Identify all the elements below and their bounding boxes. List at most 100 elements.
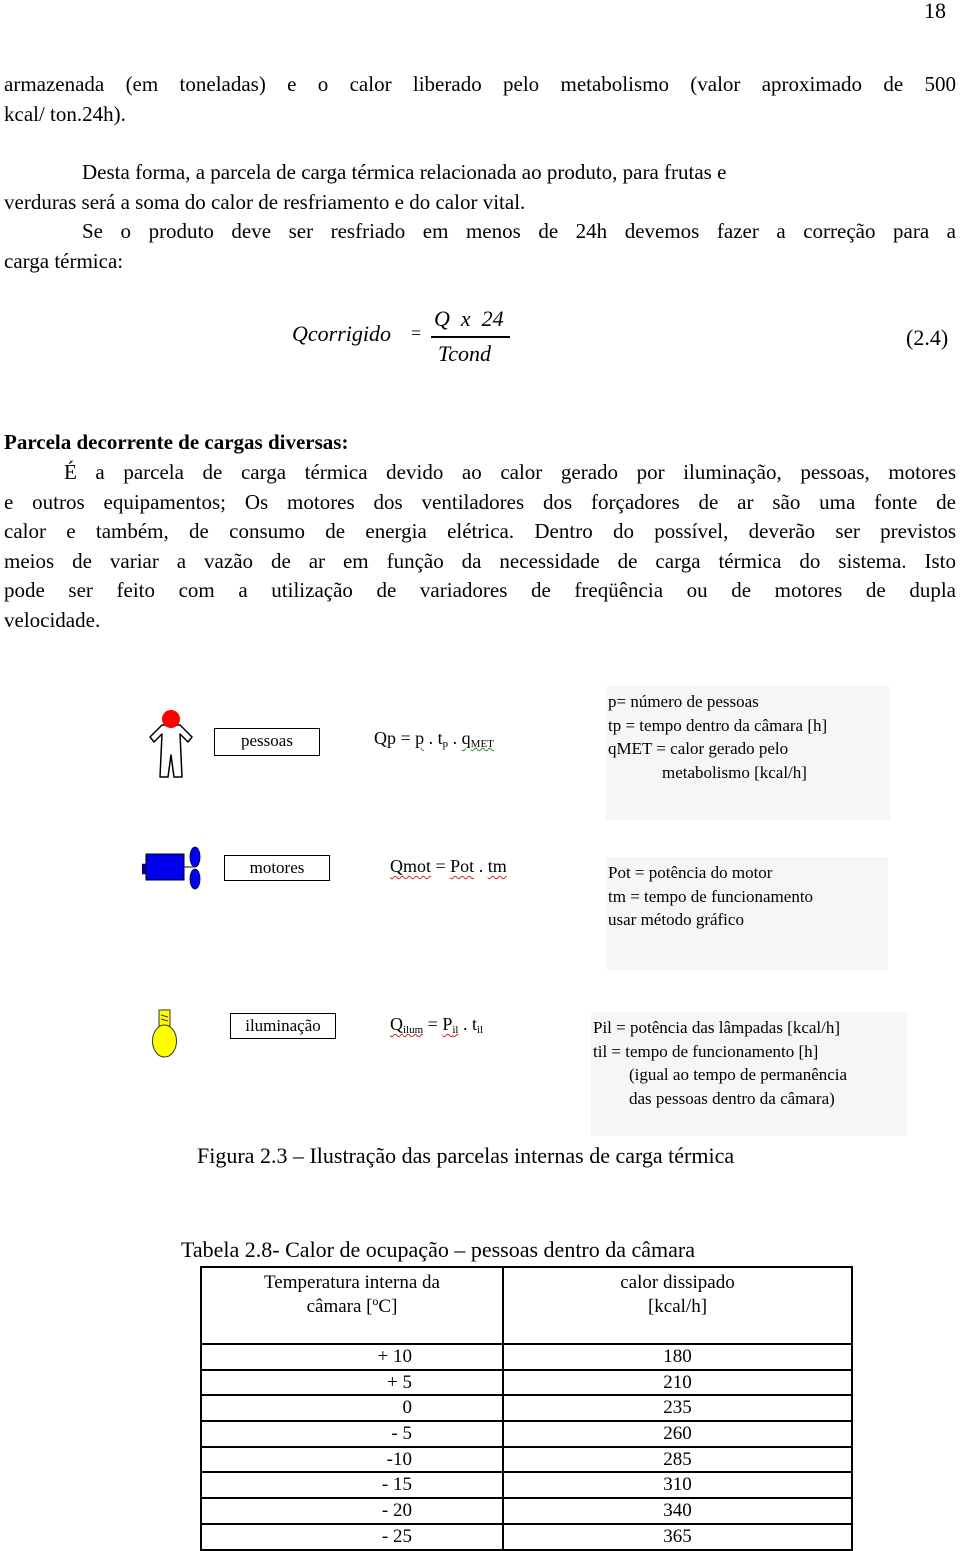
text-line: armazenada (em toneladas) e o calor libe… <box>4 72 956 96</box>
column-header-heat: calor dissipado [kcal/h] <box>502 1266 853 1345</box>
label-motores: motores <box>224 855 330 881</box>
cell-temperature: -10 <box>200 1445 504 1474</box>
legend-line: usar método gráfico <box>608 910 744 929</box>
label-pessoas: pessoas <box>214 728 320 756</box>
header-line: câmara [ºC] <box>306 1296 398 1317</box>
text-line: velocidade. <box>4 607 101 632</box>
formula-term: Pot <box>450 856 475 876</box>
table-header-row: Temperatura interna da câmara [ºC] calor… <box>200 1266 853 1345</box>
table-row: + 10 180 <box>200 1343 853 1371</box>
motor-fan-icon <box>142 846 201 890</box>
equation-lhs: Qcorrigido <box>292 321 391 346</box>
table-row: - 15 310 <box>200 1471 853 1500</box>
legend-line: das pessoas dentro da câmara) <box>629 1088 835 1108</box>
formula-operator: . <box>458 1014 472 1034</box>
formula-operator: . <box>474 856 488 876</box>
table-row: -10 285 <box>200 1445 853 1474</box>
text-line: e outros equipamentos; Os motores dos ve… <box>4 489 956 514</box>
table-row: - 25 365 <box>200 1522 853 1551</box>
formula-term: Q <box>390 1014 403 1034</box>
text-line: meios de variar a vazão de ar em função … <box>4 548 956 573</box>
cell-temperature: - 5 <box>200 1420 504 1448</box>
legend-line: p= número de pessoas <box>608 692 759 711</box>
cell-heat: 180 <box>502 1343 853 1371</box>
paragraph-metabolism: armazenada (em toneladas) e o calor libe… <box>4 70 956 129</box>
formula-term: q <box>461 728 471 748</box>
formula-term: tm <box>487 856 507 876</box>
legend-people: p= número de pessoas tp = tempo dentro d… <box>606 686 890 820</box>
legend-line: tm = tempo de funcionamento <box>608 886 814 906</box>
header-line: calor dissipado <box>620 1272 735 1293</box>
cell-heat: 260 <box>502 1420 853 1448</box>
text-line: calor e também, de consumo de energia el… <box>4 519 956 543</box>
fraction-bar <box>431 336 510 338</box>
cell-heat: 310 <box>502 1471 853 1500</box>
cell-temperature: - 20 <box>200 1497 504 1525</box>
person-icon <box>149 710 193 778</box>
equation-denominator: Tcond <box>438 341 491 366</box>
formula-term: P <box>442 1014 453 1034</box>
equation-numerator: Q x 24 <box>434 306 504 331</box>
column-header-temperature: Temperatura interna da câmara [ºC] <box>200 1266 504 1345</box>
table-row: - 5 260 <box>200 1420 853 1448</box>
formula-term: p <box>415 728 425 748</box>
legend-lighting: Pil = potência das lâmpadas [kcal/h] til… <box>591 1012 907 1136</box>
cell-heat: 365 <box>502 1522 853 1551</box>
legend-line: qMET = calor gerado pelo <box>608 739 789 758</box>
figure-caption: Figura 2.3 – Ilustração das parcelas int… <box>197 1143 735 1168</box>
text-line: pode ser feito com a utilização de varia… <box>4 578 956 602</box>
legend-line: Pot = potência do motor <box>608 863 773 882</box>
text-line: carga térmica: <box>4 248 124 273</box>
cell-heat: 340 <box>502 1497 853 1525</box>
formula-lighting: Qilum = Pil . til <box>390 1014 483 1036</box>
formula-equals: = <box>431 856 451 876</box>
legend-line: (igual ao tempo de permanência <box>629 1065 848 1084</box>
equation-equals: = <box>411 323 422 343</box>
table-title: Tabela 2.8- Calor de ocupação – pessoas … <box>181 1237 696 1262</box>
text-line: É a parcela de carga térmica devido ao c… <box>64 460 956 484</box>
header-line: Temperatura interna da <box>264 1272 440 1293</box>
legend-motors: Pot = potência do motor tm = tempo de fu… <box>606 857 888 970</box>
text-line: Se o produto deve ser resfriado em menos… <box>82 219 956 243</box>
table-row: 0 235 <box>200 1394 853 1423</box>
formula-equals: = <box>423 1014 443 1034</box>
section-body: É a parcela de carga térmica devido ao c… <box>4 458 956 635</box>
light-bulb-icon <box>152 1009 177 1058</box>
occupancy-heat-table: Temperatura interna da câmara [ºC] calor… <box>200 1266 853 1551</box>
formula-people: Qp = p . tp . qMET <box>374 728 494 750</box>
cell-heat: 235 <box>502 1394 853 1423</box>
formula-subscript: MET <box>470 738 494 750</box>
formula-term: Qilum <box>390 1014 424 1036</box>
text-line: kcal/ ton.24h). <box>4 101 126 126</box>
cell-temperature: + 10 <box>200 1343 504 1371</box>
cell-temperature: + 5 <box>200 1368 504 1397</box>
formula-motors: Qmot = Pot . tm <box>390 856 507 877</box>
label-iluminacao: iluminação <box>230 1013 336 1039</box>
legend-line: til = tempo de funcionamento [h] <box>593 1041 819 1061</box>
paragraph-correction: Se o produto deve ser resfriado em menos… <box>4 217 956 276</box>
legend-line: tp = tempo dentro da câmara [h] <box>608 715 828 735</box>
legend-line: metabolismo [kcal/h] <box>662 762 807 782</box>
text-line: verduras será a soma do calor de resfria… <box>4 189 526 214</box>
text-line: Desta forma, a parcela de carga térmica … <box>82 160 727 184</box>
formula-term: qMET <box>461 728 494 750</box>
legend-line: Pil = potência das lâmpadas [kcal/h] <box>593 1018 841 1037</box>
formula-operator: . <box>448 728 462 748</box>
formula-term: Pil <box>442 1014 458 1036</box>
equation-number: (2.4) <box>906 325 949 350</box>
formula-subscript: ilum <box>403 1024 424 1036</box>
section-heading: Parcela decorrente de cargas diversas: <box>4 430 349 454</box>
formula-subscript: il <box>476 1024 484 1036</box>
header-line: [kcal/h] <box>647 1296 708 1317</box>
cell-heat: 285 <box>502 1445 853 1474</box>
formula-term: Qp <box>374 728 396 748</box>
cell-temperature: - 25 <box>200 1522 504 1551</box>
formula-term: Qmot <box>390 856 432 876</box>
table-row: + 5 210 <box>200 1368 853 1397</box>
paragraph-product-load: Desta forma, a parcela de carga térmica … <box>4 158 956 217</box>
page-number: 18 <box>924 0 946 23</box>
cell-heat: 210 <box>502 1368 853 1397</box>
formula-equals: = <box>396 728 416 748</box>
cell-temperature: 0 <box>200 1394 504 1423</box>
formula-operator: . <box>424 728 438 748</box>
